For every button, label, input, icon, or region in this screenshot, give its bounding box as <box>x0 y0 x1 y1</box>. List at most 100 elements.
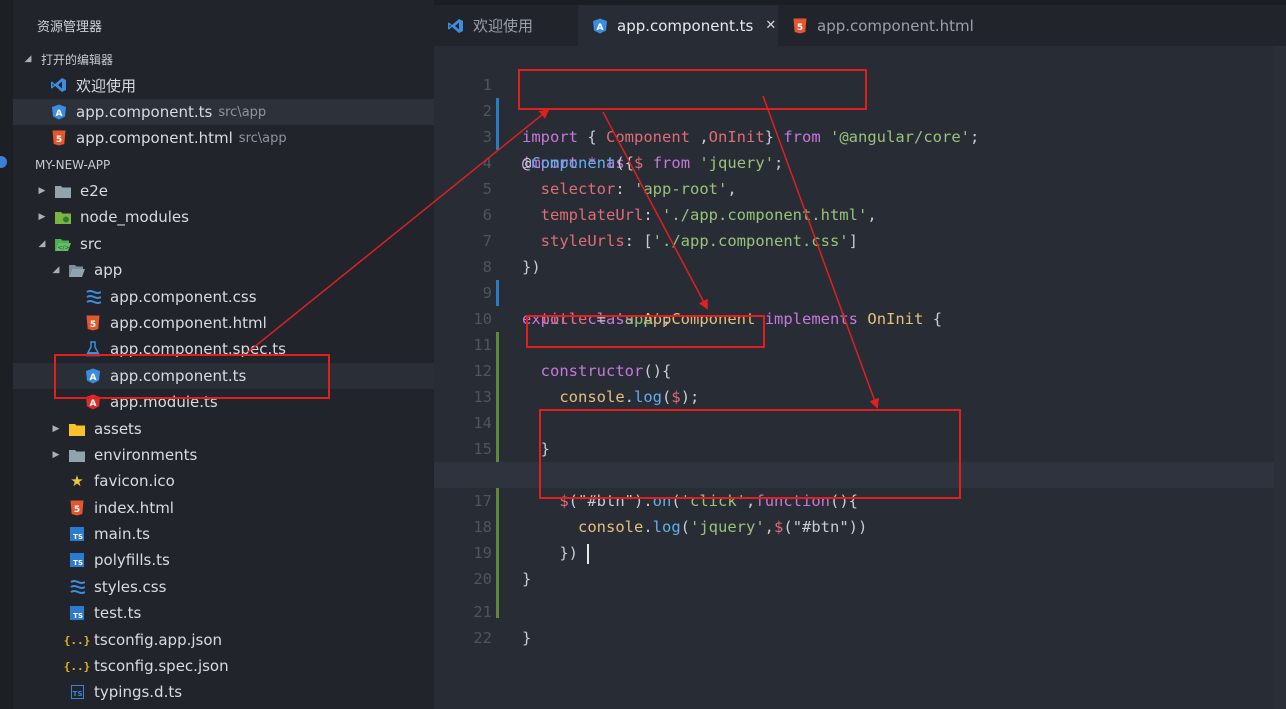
tree-item-label: src <box>80 235 102 253</box>
tree-folder-assets[interactable]: ▶ assets <box>13 416 434 442</box>
close-icon[interactable]: ✕ <box>765 18 776 33</box>
tree-item-label: app.module.ts <box>110 393 218 411</box>
tree-file-tsconfig-app-json[interactable]: {..} tsconfig.app.json <box>13 627 434 653</box>
folder-open-icon <box>69 262 85 278</box>
tree-item-label: e2e <box>80 182 109 200</box>
caret-right-icon: ▶ <box>52 450 60 460</box>
open-editor-app-component-ts[interactable]: A app.component.ts src\app <box>13 99 434 125</box>
css3-icon <box>69 579 85 595</box>
tree-folder-environments[interactable]: ▶ environments <box>13 442 434 468</box>
vertical-scrollbar[interactable] <box>1274 46 1286 709</box>
tree-folder-src[interactable]: ◢ </> src <box>13 231 434 257</box>
vscode-icon <box>448 18 464 34</box>
code-line: 3 @Component({ <box>434 98 1286 172</box>
star-icon: ★ <box>70 472 84 490</box>
html5-icon: 5 <box>85 315 101 331</box>
tab-label: app.component.ts <box>617 16 754 35</box>
tree-file-app-component-ts[interactable]: A app.component.ts <box>13 363 434 389</box>
code-line: 5 templateUrl: './app.component.html', <box>434 150 1286 224</box>
html5-icon: 5 <box>51 130 67 146</box>
tree-folder-node-modules[interactable]: ▶ node_modules <box>13 204 434 230</box>
tab-label: app.component.html <box>817 16 974 35</box>
tree-item-label: app.component.html <box>110 314 267 332</box>
open-editor-name: app.component.html <box>76 129 233 147</box>
angular-icon: A <box>592 18 608 34</box>
tree-item-label: typings.d.ts <box>94 683 183 701</box>
html5-icon: 5 <box>792 18 808 34</box>
svg-text:5: 5 <box>56 135 62 145</box>
angular-icon: A <box>51 104 67 120</box>
code-line: 9 title = 'app'; <box>434 254 1286 328</box>
tree-file-typings-d-ts[interactable]: TS typings.d.ts <box>13 679 434 705</box>
tree-item-label: index.html <box>94 499 174 517</box>
tree-folder-app[interactable]: ◢ app <box>13 257 434 283</box>
tree-folder-e2e[interactable]: ▶ e2e <box>13 178 434 204</box>
activity-bar <box>0 0 13 709</box>
svg-text:</>: </> <box>57 244 69 251</box>
typescript-icon: TS <box>69 552 85 568</box>
src-folder-open-icon: </> <box>55 236 71 252</box>
flask-icon <box>85 341 101 357</box>
angular-module-icon: A <box>85 394 101 410</box>
code-line: 10 constructor(){ <box>434 280 1286 380</box>
tree-file-index-html[interactable]: 5 index.html <box>13 495 434 521</box>
tab-app-component-html[interactable]: 5 app.component.html <box>778 5 993 46</box>
caret-right-icon: ▶ <box>38 212 46 222</box>
tree-item-label: tsconfig.spec.json <box>94 657 229 675</box>
caret-down-icon: ◢ <box>38 239 46 249</box>
code-line: 11 console.log($); <box>434 306 1286 406</box>
open-editor-path: src\app <box>218 104 267 120</box>
svg-text:5: 5 <box>797 23 803 33</box>
svg-text:5: 5 <box>90 320 96 330</box>
code-line: 18 } <box>434 488 1286 588</box>
folder-icon <box>69 447 85 463</box>
node-folder-icon <box>55 209 71 225</box>
tab-welcome[interactable]: 欢迎使用 <box>434 5 578 46</box>
typescript-icon: TS <box>69 605 85 621</box>
tree-file-app-component-spec-ts[interactable]: app.component.spec.ts <box>13 336 434 362</box>
code-line: 6 styleUrls: ['./app.component.css'] <box>434 176 1286 250</box>
html5-icon: 5 <box>69 500 85 516</box>
code-line: 20 <box>434 540 1286 618</box>
tree-item-label: environments <box>94 446 198 464</box>
tree-file-app-module-ts[interactable]: A app.module.ts <box>13 389 434 415</box>
code-line: 13 } <box>434 358 1286 458</box>
tree-item-label: app.component.css <box>110 288 257 306</box>
line-number: 22 <box>473 629 492 647</box>
tree-file-app-component-html[interactable]: 5 app.component.html <box>13 310 434 336</box>
tree-file-test-ts[interactable]: TS test.ts <box>13 600 434 626</box>
code-text: } <box>522 625 531 651</box>
assets-folder-icon <box>69 421 85 437</box>
tree-file-favicon[interactable]: ★ favicon.ico <box>13 468 434 494</box>
explorer-sidebar: 资源管理器 ◢ 打开的编辑器 欢迎使用 A app.component.ts s… <box>0 0 434 709</box>
angular-icon: A <box>85 368 101 384</box>
code-editor[interactable]: 1 import { Component ,OnInit} from '@ang… <box>434 46 1286 709</box>
folder-icon <box>55 183 71 199</box>
project-label: MY-NEW-APP <box>35 158 111 172</box>
open-editors-header[interactable]: ◢ 打开的编辑器 <box>13 47 434 71</box>
open-editors-label: 打开的编辑器 <box>41 52 114 67</box>
project-header[interactable]: MY-NEW-APP <box>13 153 434 177</box>
code-line: 22 <box>434 599 1286 647</box>
tree-file-app-component-css[interactable]: app.component.css <box>13 284 434 310</box>
tab-app-component-ts[interactable]: A app.component.ts ✕ <box>578 5 778 46</box>
tree-item-label: favicon.ico <box>94 472 175 490</box>
tree-file-main-ts[interactable]: TS main.ts <box>13 521 434 547</box>
caret-down-icon: ◢ <box>52 265 60 275</box>
tree-file-styles-css[interactable]: styles.css <box>13 574 434 600</box>
tree-item-label: main.ts <box>94 525 150 543</box>
svg-text:A: A <box>597 23 604 33</box>
open-editor-name: app.component.ts <box>76 103 213 121</box>
svg-text:A: A <box>90 373 97 383</box>
tree-file-tsconfig-spec-json[interactable]: {..} tsconfig.spec.json <box>13 653 434 679</box>
caret-down-icon: ◢ <box>24 54 32 64</box>
activity-indicator-icon <box>0 156 7 168</box>
typescript-icon: TS <box>69 526 85 542</box>
open-editor-path: src\app <box>238 130 287 146</box>
tree-item-label: app <box>94 261 123 279</box>
open-editor-welcome[interactable]: 欢迎使用 <box>13 72 434 98</box>
code-line: 21 } <box>434 573 1286 647</box>
explorer-title: 资源管理器 <box>37 20 103 35</box>
open-editor-app-component-html[interactable]: 5 app.component.html src\app <box>13 125 434 151</box>
tree-file-polyfills-ts[interactable]: TS polyfills.ts <box>13 547 434 573</box>
